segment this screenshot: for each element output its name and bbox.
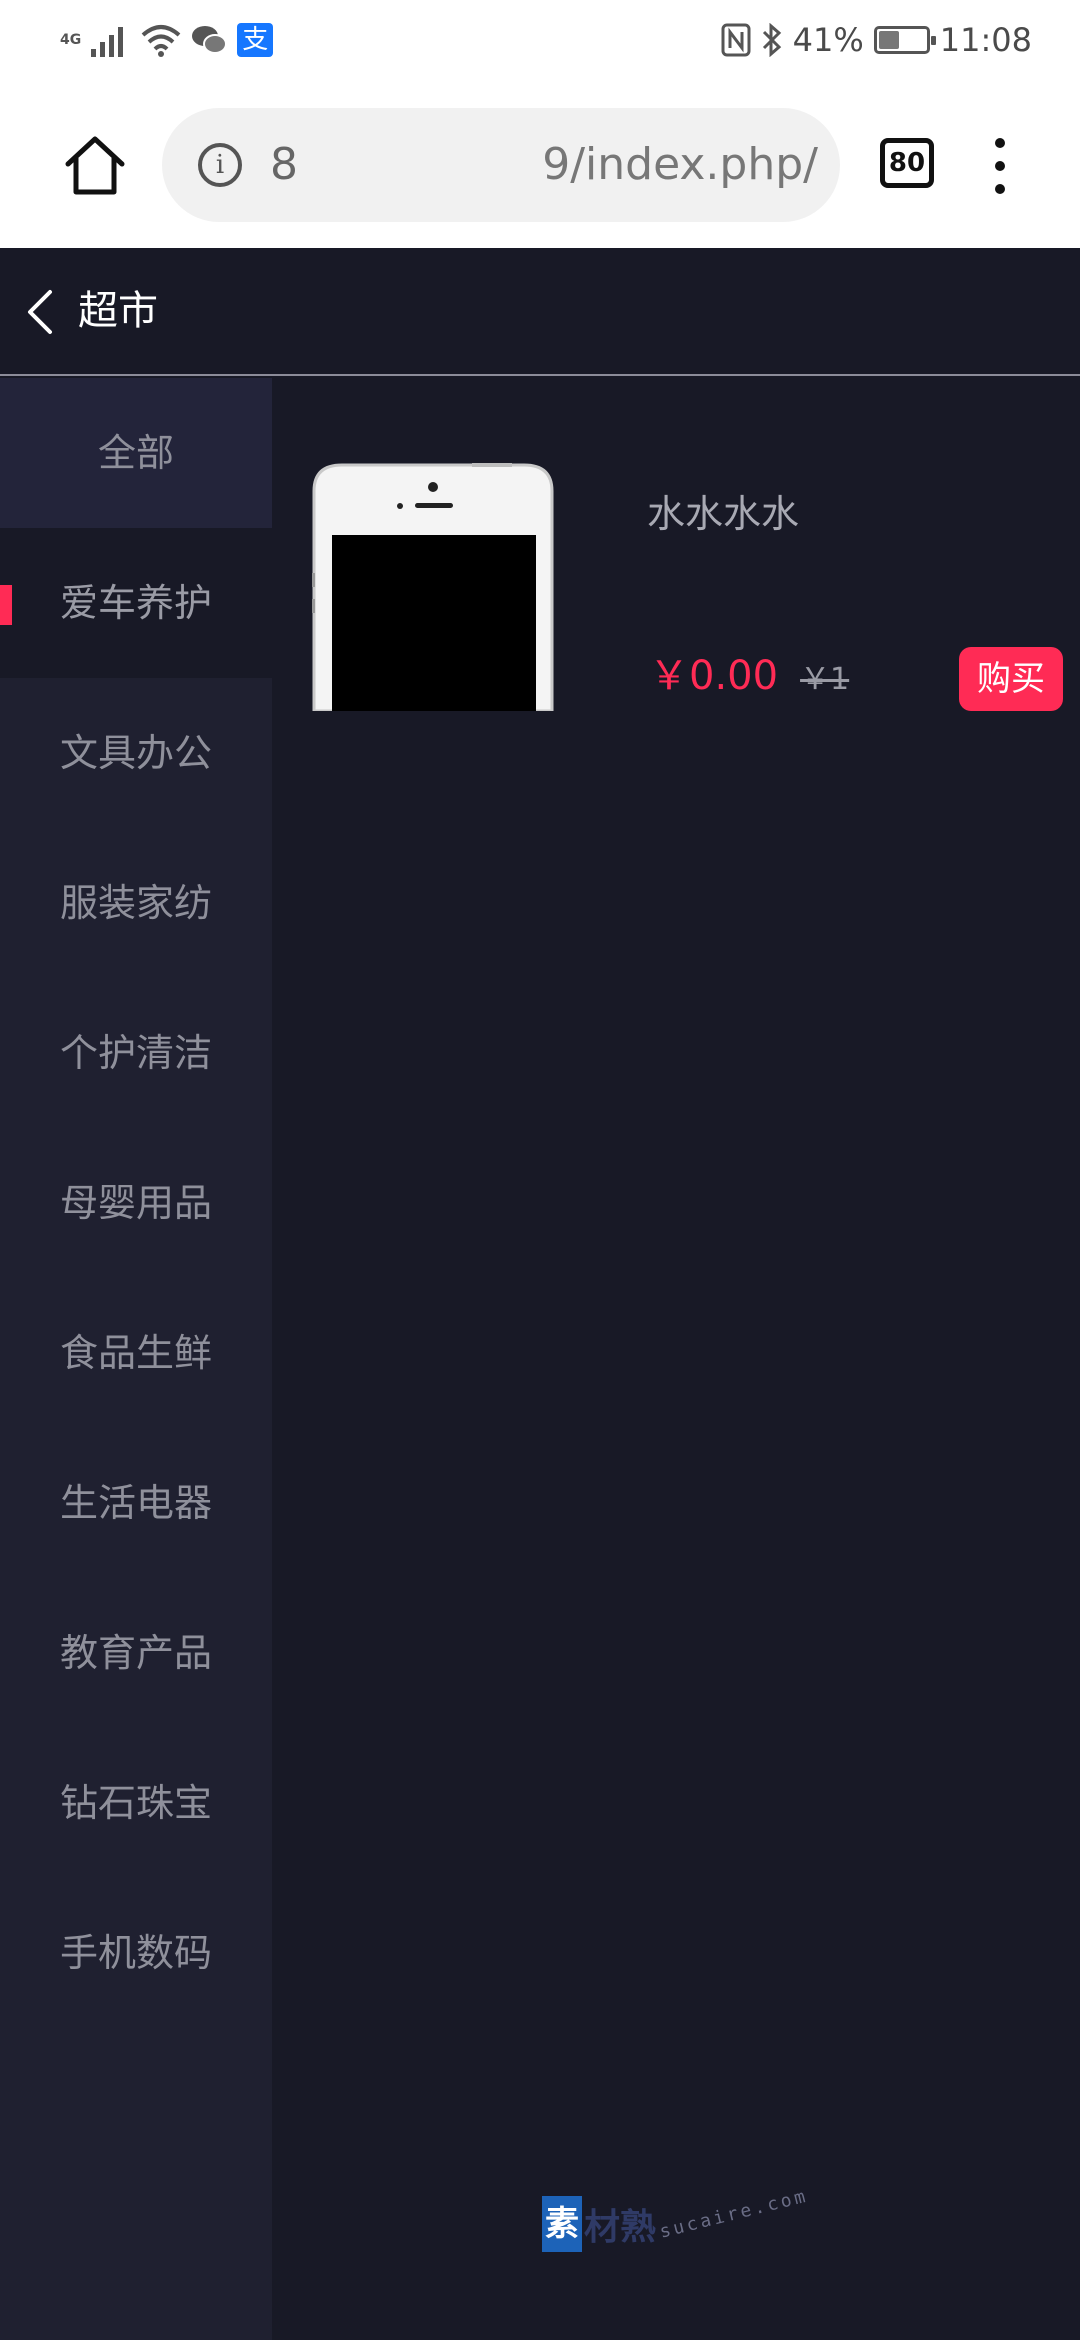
bluetooth-icon: [762, 23, 781, 57]
category-food[interactable]: 食品生鲜: [0, 1278, 272, 1428]
buy-button[interactable]: 购买: [959, 647, 1063, 711]
category-sidebar: 全部 爱车养护 文具办公 服装家纺 个护清洁 母婴用品 食品生鲜 生活电器 教育…: [0, 378, 272, 2340]
battery-icon: [873, 26, 936, 54]
network-type: 4G: [60, 32, 82, 48]
status-bar: 4G 支 41% 11:08: [0, 0, 1080, 82]
category-appliances[interactable]: 生活电器: [0, 1428, 272, 1578]
status-right: 41% 11:08: [721, 20, 1032, 60]
battery-percent: 41%: [792, 21, 864, 59]
product-name: 水水水水: [647, 492, 800, 536]
signal-icon: [91, 27, 124, 57]
home-icon[interactable]: [62, 132, 128, 198]
watermark-logo-text: 材熟: [584, 2207, 657, 2248]
category-all[interactable]: 全部: [0, 378, 272, 528]
back-icon[interactable]: [20, 284, 60, 340]
product-image[interactable]: [312, 463, 554, 711]
category-jewelry[interactable]: 钻石珠宝: [0, 1728, 272, 1878]
info-icon[interactable]: i: [198, 143, 242, 187]
wechat-icon: [192, 26, 228, 54]
product-price: ￥0.00: [649, 653, 779, 699]
original-price: ￥1: [800, 662, 850, 697]
wifi-icon: [141, 25, 181, 57]
url-text: 9/index.php/: [542, 139, 818, 190]
nfc-icon: [721, 23, 751, 57]
category-apparel[interactable]: 服装家纺: [0, 828, 272, 978]
category-personal-care[interactable]: 个护清洁: [0, 978, 272, 1128]
watermark-logo: 素 材熟 sucaire.com: [542, 2185, 810, 2266]
category-phones[interactable]: 手机数码: [0, 1878, 272, 2028]
tab-switcher-button[interactable]: 80: [880, 138, 934, 188]
product-list: 水水水水 ￥0.00 ￥1 购买: [272, 378, 1080, 2340]
watermark-logo-char: 素: [542, 2196, 582, 2252]
address-bar[interactable]: i 8 9/index.php/: [162, 108, 840, 222]
category-car-care[interactable]: 爱车养护: [0, 528, 272, 678]
category-baby[interactable]: 母婴用品: [0, 1128, 272, 1278]
category-education[interactable]: 教育产品: [0, 1578, 272, 1728]
browser-toolbar: i 8 9/index.php/ 80: [0, 82, 1080, 248]
alipay-icon: 支: [237, 23, 274, 57]
clock: 11:08: [939, 21, 1032, 59]
battery-fill: [878, 31, 900, 49]
category-stationery[interactable]: 文具办公: [0, 678, 272, 828]
page-header: 超市: [0, 248, 1080, 376]
status-left: 4G 支: [60, 20, 274, 60]
page-title: 超市: [78, 288, 158, 334]
product-card[interactable]: 水水水水 ￥0.00 ￥1 购买: [312, 463, 1063, 715]
url-start: 8: [270, 139, 298, 190]
price-row: ￥0.00 ￥1: [649, 643, 849, 701]
more-menu-icon[interactable]: [985, 138, 1015, 194]
